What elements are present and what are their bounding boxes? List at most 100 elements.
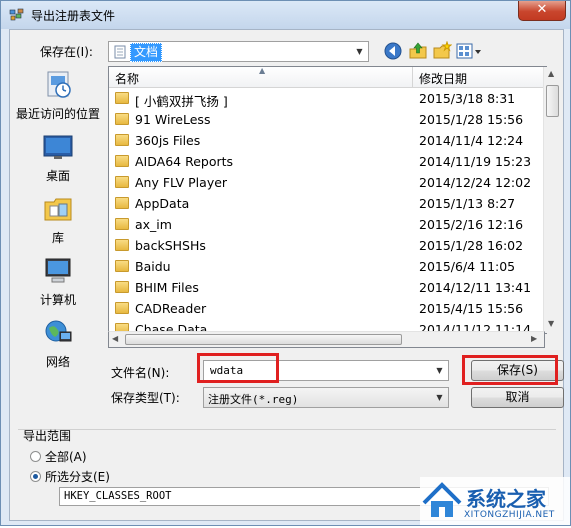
list-item[interactable]: Any FLV Player 2014/12/24 12:02: [109, 172, 531, 193]
scroll-down-icon[interactable]: ▼: [548, 319, 554, 328]
file-name: AppData: [135, 196, 190, 211]
file-name: BHIM Files: [135, 280, 199, 295]
computer-icon: [45, 258, 71, 283]
chevron-down-icon[interactable]: ▼: [431, 388, 448, 407]
chevron-down-icon[interactable]: ▼: [431, 361, 448, 380]
list-item[interactable]: AppData 2015/1/13 8:27: [109, 193, 529, 214]
folder-icon: [115, 239, 129, 251]
up-folder-icon[interactable]: [408, 41, 428, 61]
filename-label: 文件名(N):: [111, 366, 170, 380]
folder-icon: [115, 155, 129, 167]
scroll-right-icon[interactable]: ▶: [531, 334, 537, 343]
file-name: CADReader: [135, 301, 207, 316]
file-name: AIDA64 Reports: [135, 154, 234, 169]
list-item[interactable]: 360js Files 2014/11/4 12:24: [109, 130, 529, 151]
radio-selected-branch[interactable]: [30, 471, 41, 482]
filetype-value: 注册文件(*.reg): [208, 393, 299, 406]
place-recent[interactable]: 最近访问的位置: [12, 70, 104, 122]
sort-ascending-icon: ▲: [259, 66, 266, 75]
place-label: 最近访问的位置: [15, 107, 100, 121]
file-date: 2015/1/28 16:02: [419, 238, 524, 253]
file-name: 360js Files: [135, 133, 201, 148]
file-date: 2014/11/19 15:23: [419, 154, 532, 169]
list-item[interactable]: Baidu 2015/6/4 11:05: [109, 256, 529, 277]
file-name: Any FLV Player: [135, 175, 228, 190]
export-range-title: 导出范围: [23, 429, 72, 443]
title-bar[interactable]: 导出注册表文件 ✕: [1, 1, 570, 29]
folder-icon: [115, 281, 129, 293]
registry-icon: [9, 8, 24, 21]
highlight-box: [462, 355, 558, 385]
list-item[interactable]: ax_im 2015/2/16 12:16: [109, 214, 529, 235]
file-date: 2015/6/4 11:05: [419, 259, 516, 274]
list-header: ▲ 名称 修改日期: [109, 67, 546, 88]
highlight-box: [197, 353, 279, 383]
scroll-up-icon[interactable]: ▲: [548, 69, 554, 78]
folder-icon: [115, 176, 129, 188]
watermark-text: 系统之家: [466, 487, 546, 511]
view-menu-icon[interactable]: [456, 41, 482, 61]
column-header-date[interactable]: 修改日期: [419, 70, 467, 87]
branch-value[interactable]: HKEY_CLASSES_ROOT: [64, 490, 171, 502]
file-name: 91 WireLess: [135, 112, 211, 127]
folder-icon: [115, 92, 129, 104]
list-item[interactable]: 91 WireLess 2015/1/28 15:56: [109, 109, 529, 130]
file-name: Baidu: [135, 259, 171, 274]
place-network[interactable]: 网络: [12, 318, 104, 370]
back-icon[interactable]: [383, 41, 403, 61]
folder-icon: [115, 218, 129, 230]
vertical-scrollbar[interactable]: ▲ ▼: [543, 67, 561, 333]
places-bar: 最近访问的位置 桌面 库 计算机 网络: [12, 60, 104, 369]
list-item[interactable]: [ 小鹤双拼飞扬 ] 2015/3/18 8:31: [109, 88, 529, 109]
documents-icon: [114, 45, 126, 59]
place-computer[interactable]: 计算机: [12, 256, 104, 308]
list-item[interactable]: backSHSHs 2015/1/28 16:02: [109, 235, 529, 256]
radio-selected-dot: [33, 474, 38, 479]
filetype-label: 保存类型(T):: [111, 391, 180, 405]
save-in-value: 文档: [130, 43, 163, 62]
recent-places-icon: [47, 71, 71, 98]
horizontal-scrollbar[interactable]: ◀ ▶: [108, 331, 545, 348]
watermark-logo: 系统之家 XITONGZHIJIA.NET: [420, 477, 570, 525]
file-date: 2015/1/28 15:56: [419, 112, 524, 127]
list-item[interactable]: AIDA64 Reports 2014/11/19 15:23: [109, 151, 532, 172]
scroll-left-icon[interactable]: ◀: [112, 334, 118, 343]
column-header-name[interactable]: 名称: [115, 70, 139, 87]
place-libraries[interactable]: 库: [12, 194, 104, 246]
place-label: 桌面: [45, 169, 70, 183]
place-label: 库: [51, 231, 64, 245]
folder-icon: [115, 197, 129, 209]
close-button[interactable]: ✕: [518, 1, 566, 21]
file-list[interactable]: ▲ 名称 修改日期 [ 小鹤双拼飞扬 ] 2015/3/18 8:31 91 Wir…: [108, 66, 547, 334]
radio-all[interactable]: [30, 451, 41, 462]
file-name: backSHSHs: [135, 238, 206, 253]
dialog-body: 保存在(I): 文档 ▼ 最近访问的位置 桌面 库 计算机 网络 ▲ 名称 修改…: [9, 29, 564, 521]
radio-selected-label[interactable]: 所选分支(E): [45, 468, 110, 485]
cancel-button[interactable]: 取消: [471, 387, 564, 408]
list-item[interactable]: CADReader 2015/4/15 15:56: [109, 298, 529, 319]
file-date: 2015/3/18 8:31: [419, 91, 516, 106]
new-folder-icon[interactable]: [432, 41, 452, 61]
filetype-dropdown[interactable]: 注册文件(*.reg) ▼: [203, 387, 449, 408]
folder-icon: [115, 113, 129, 125]
file-name: ax_im: [135, 217, 172, 232]
place-label: 计算机: [39, 293, 76, 307]
place-desktop[interactable]: 桌面: [12, 132, 104, 184]
save-in-dropdown[interactable]: 文档 ▼: [108, 41, 369, 62]
libraries-icon: [44, 198, 72, 221]
file-date: 2015/1/13 8:27: [419, 196, 516, 211]
column-divider[interactable]: [412, 67, 413, 87]
list-item[interactable]: BHIM Files 2014/12/11 13:41: [109, 277, 532, 298]
scroll-thumb[interactable]: [125, 334, 402, 345]
save-in-label: 保存在(I):: [40, 45, 93, 59]
window-title: 导出注册表文件: [31, 9, 116, 23]
scroll-thumb[interactable]: [546, 85, 559, 117]
radio-all-label[interactable]: 全部(A): [45, 448, 87, 465]
folder-icon: [115, 302, 129, 314]
file-date: 2014/12/11 13:41: [419, 280, 532, 295]
network-icon: [45, 320, 72, 342]
folder-icon: [115, 134, 129, 146]
chevron-down-icon[interactable]: ▼: [351, 42, 368, 61]
file-date: 2015/4/15 15:56: [419, 301, 524, 316]
desktop-icon: [43, 135, 73, 159]
